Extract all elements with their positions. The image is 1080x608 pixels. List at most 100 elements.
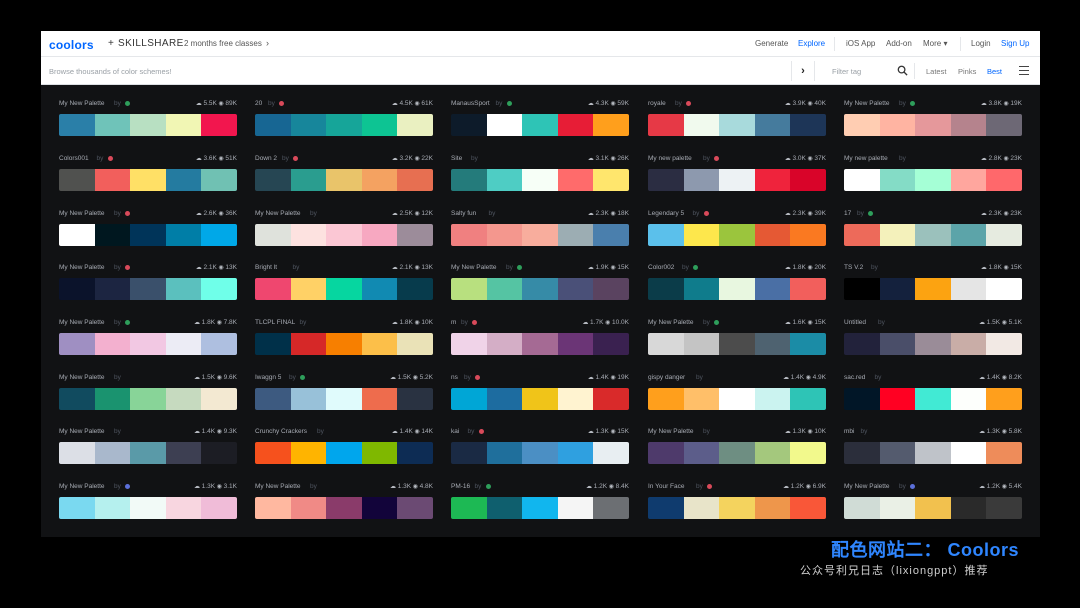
palette-name[interactable]: Color002	[648, 264, 674, 271]
sort-latest[interactable]: Latest	[926, 67, 946, 76]
color-swatch[interactable]	[290, 442, 327, 464]
palette-name[interactable]: Bright lt	[255, 264, 277, 271]
color-swatch[interactable]	[130, 497, 166, 519]
color-swatch[interactable]	[451, 278, 487, 300]
color-swatch[interactable]	[522, 333, 558, 355]
palette-swatches[interactable]	[59, 497, 237, 519]
color-swatch[interactable]	[950, 333, 987, 355]
color-swatch[interactable]	[201, 442, 237, 464]
color-swatch[interactable]	[648, 333, 684, 355]
skillshare-logo[interactable]: SKILLSHARE	[118, 38, 184, 49]
color-swatch[interactable]	[522, 114, 558, 136]
palette-card[interactable]: My New Palette by ☁ 5.5K ◉ 89K	[59, 99, 237, 147]
color-swatch[interactable]	[950, 169, 987, 191]
palette-card[interactable]: ns by ☁ 1.4K ◉ 19K	[451, 373, 629, 421]
color-swatch[interactable]	[557, 388, 594, 410]
color-swatch[interactable]	[94, 114, 131, 136]
color-swatch[interactable]	[59, 497, 95, 519]
palette-name[interactable]: My new palette	[844, 155, 888, 162]
color-swatch[interactable]	[255, 224, 291, 246]
color-swatch[interactable]	[648, 114, 684, 136]
color-swatch[interactable]	[719, 278, 755, 300]
palette-name[interactable]: m	[451, 319, 456, 326]
color-swatch[interactable]	[165, 442, 202, 464]
palette-swatches[interactable]	[59, 278, 237, 300]
palette-card[interactable]: My New Palette by ☁ 2.6K ◉ 36K	[59, 209, 237, 257]
color-swatch[interactable]	[94, 442, 131, 464]
color-swatch[interactable]	[255, 278, 291, 300]
color-swatch[interactable]	[486, 442, 523, 464]
color-swatch[interactable]	[754, 442, 791, 464]
palette-name[interactable]: My New Palette	[59, 483, 105, 490]
color-swatch[interactable]	[683, 278, 720, 300]
color-swatch[interactable]	[790, 442, 826, 464]
color-swatch[interactable]	[915, 169, 951, 191]
color-swatch[interactable]	[326, 224, 362, 246]
palette-name[interactable]: kai	[451, 428, 459, 435]
palette-card[interactable]: Iwaggn 5 by ☁ 1.5K ◉ 5.2K	[255, 373, 433, 421]
color-swatch[interactable]	[361, 497, 398, 519]
color-swatch[interactable]	[451, 114, 487, 136]
palette-name[interactable]: My New Palette	[648, 319, 694, 326]
color-swatch[interactable]	[130, 169, 166, 191]
color-swatch[interactable]	[719, 497, 755, 519]
color-swatch[interactable]	[522, 497, 558, 519]
palette-card[interactable]: My New Palette by ☁ 1.3K ◉ 4.8K	[255, 482, 433, 530]
author-avatar[interactable]	[125, 484, 130, 489]
color-swatch[interactable]	[683, 442, 720, 464]
color-swatch[interactable]	[361, 224, 398, 246]
palette-name[interactable]: In Your Face	[648, 483, 685, 490]
color-swatch[interactable]	[593, 497, 629, 519]
author-avatar[interactable]	[693, 265, 698, 270]
palette-swatches[interactable]	[451, 333, 629, 355]
palette-card[interactable]: TLCPL FINAL by ☁ 1.8K ◉ 10K	[255, 318, 433, 366]
palette-name[interactable]: My New Palette	[648, 428, 694, 435]
palette-name[interactable]: royale	[648, 100, 666, 107]
color-swatch[interactable]	[486, 497, 523, 519]
palette-card[interactable]: Down 2 by ☁ 3.2K ◉ 22K	[255, 154, 433, 202]
color-swatch[interactable]	[361, 442, 398, 464]
palette-swatches[interactable]	[451, 497, 629, 519]
color-swatch[interactable]	[844, 278, 880, 300]
author-avatar[interactable]	[300, 375, 305, 380]
color-swatch[interactable]	[790, 278, 826, 300]
color-swatch[interactable]	[522, 388, 558, 410]
color-swatch[interactable]	[950, 278, 987, 300]
palette-name[interactable]: ManausSport	[451, 100, 490, 107]
color-swatch[interactable]	[397, 224, 433, 246]
color-swatch[interactable]	[879, 169, 916, 191]
palette-swatches[interactable]	[255, 224, 433, 246]
palette-swatches[interactable]	[451, 442, 629, 464]
color-swatch[interactable]	[879, 442, 916, 464]
color-swatch[interactable]	[290, 388, 327, 410]
color-swatch[interactable]	[683, 169, 720, 191]
color-swatch[interactable]	[522, 224, 558, 246]
color-swatch[interactable]	[397, 388, 433, 410]
color-swatch[interactable]	[593, 278, 629, 300]
color-swatch[interactable]	[790, 114, 826, 136]
palette-swatches[interactable]	[844, 278, 1022, 300]
palette-name[interactable]: PM-16	[451, 483, 470, 490]
color-swatch[interactable]	[255, 333, 291, 355]
palette-swatches[interactable]	[255, 333, 433, 355]
color-swatch[interactable]	[950, 114, 987, 136]
palette-name[interactable]: TLCPL FINAL	[255, 319, 295, 326]
color-swatch[interactable]	[648, 442, 684, 464]
color-swatch[interactable]	[719, 114, 755, 136]
palette-card[interactable]: gispy danger by ☁ 1.4K ◉ 4.9K	[648, 373, 826, 421]
color-swatch[interactable]	[915, 114, 951, 136]
author-avatar[interactable]	[868, 211, 873, 216]
color-swatch[interactable]	[915, 442, 951, 464]
palette-swatches[interactable]	[255, 442, 433, 464]
author-avatar[interactable]	[714, 156, 719, 161]
color-swatch[interactable]	[719, 169, 755, 191]
palette-swatches[interactable]	[255, 169, 433, 191]
color-swatch[interactable]	[290, 169, 327, 191]
color-swatch[interactable]	[326, 497, 362, 519]
color-swatch[interactable]	[593, 224, 629, 246]
color-swatch[interactable]	[683, 388, 720, 410]
color-swatch[interactable]	[986, 224, 1022, 246]
color-swatch[interactable]	[486, 114, 523, 136]
color-swatch[interactable]	[557, 114, 594, 136]
palette-name[interactable]: My New Palette	[59, 100, 105, 107]
